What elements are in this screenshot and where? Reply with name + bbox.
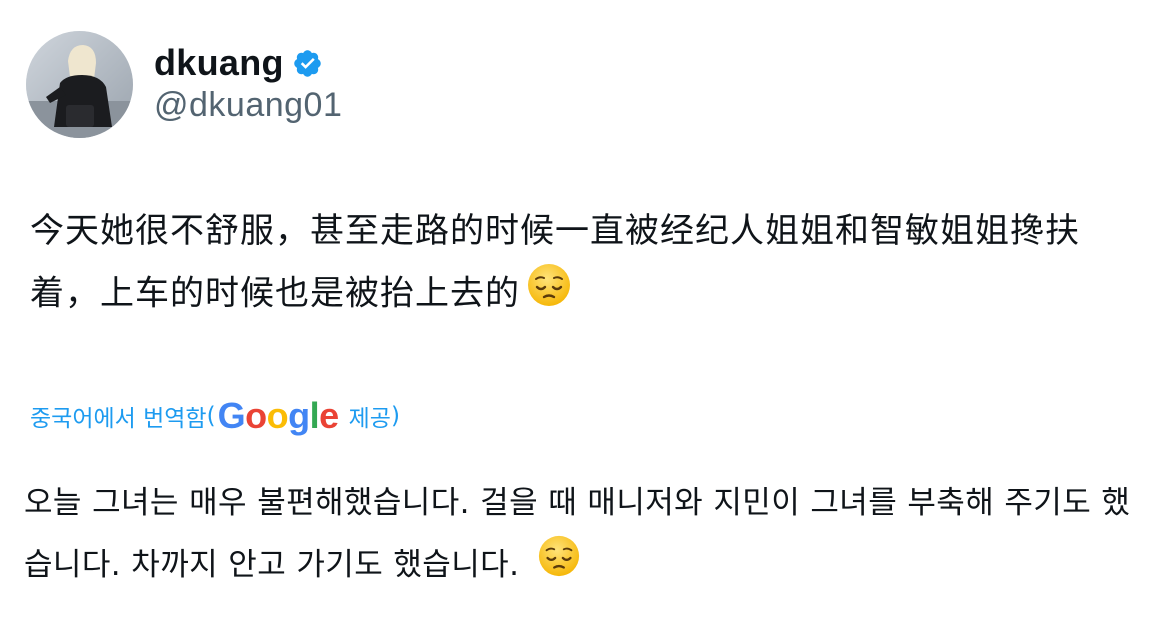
- translation-attribution[interactable]: 중국어에서 번역함 ( Google 제공 ): [30, 393, 400, 439]
- translation-provider-suffix: 제공: [348, 406, 391, 432]
- translation-open-paren: (: [206, 403, 216, 429]
- translated-tweet-text: 오늘 그녀는 매우 불편해했습니다. 걸을 때 매니저와 지민이 그녀를 부축해…: [24, 472, 1144, 599]
- avatar-photo: [26, 31, 133, 138]
- author-name-row: dkuang: [154, 40, 323, 86]
- verified-badge-icon: [294, 49, 321, 77]
- author-handle[interactable]: @dkuang01: [154, 86, 342, 125]
- tweet-text: 今天她很不舒服，甚至走路的时候一直被经纪人姐姐和智敏姐姐搀扶着，上车的时候也是被…: [30, 200, 1130, 328]
- avatar[interactable]: [26, 31, 133, 138]
- translation-label[interactable]: 중국어에서 번역함: [30, 399, 207, 433]
- pensive-face-emoji-translated: [537, 534, 581, 599]
- pensive-face-emoji: [526, 262, 572, 328]
- translation-close-paren: ): [390, 403, 400, 429]
- author-display-name[interactable]: dkuang: [154, 42, 284, 84]
- google-logo: Google: [217, 395, 340, 436]
